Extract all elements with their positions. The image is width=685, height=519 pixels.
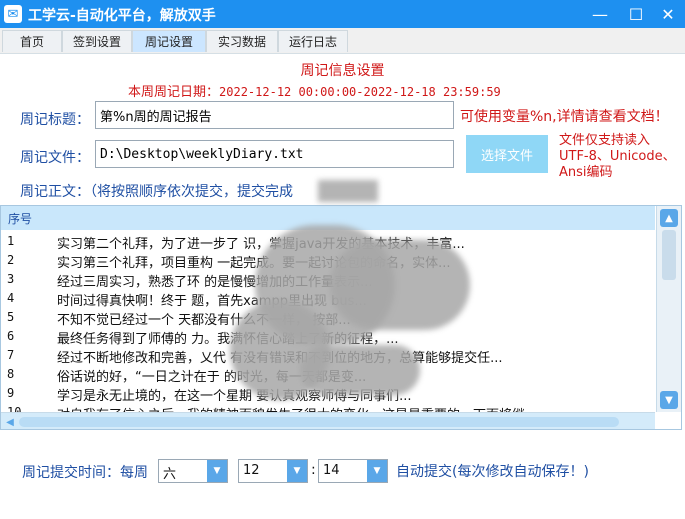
weekday-value: 六 <box>163 467 177 482</box>
tab-run-log[interactable]: 运行日志 <box>278 30 348 52</box>
title-variable-hint: 可使用变量%n,详情请查看文档！ <box>460 109 669 125</box>
vertical-scrollbar[interactable]: ▲ ▼ <box>656 206 681 412</box>
row-number: 7 <box>7 348 15 362</box>
blur-overlay <box>300 345 420 395</box>
weekly-title-input[interactable] <box>95 101 454 129</box>
weekly-file-input[interactable] <box>95 140 454 168</box>
chevron-down-icon[interactable]: ▼ <box>287 460 307 482</box>
horizontal-scrollbar[interactable]: ◀ <box>1 412 655 429</box>
row-number: 1 <box>7 234 15 248</box>
minute-value: 14 <box>323 463 340 478</box>
submit-time-label: 周记提交时间：每周 <box>22 465 148 481</box>
horizontal-scroll-thumb[interactable] <box>19 417 619 427</box>
column-header-index: 序号 <box>8 212 33 226</box>
week-date: 本周周记日期：2022-12-12 00:00:00-2022-12-18 23… <box>128 81 501 100</box>
select-file-button[interactable]: 选择文件 <box>466 135 548 173</box>
section-title: 周记信息设置 <box>300 63 385 79</box>
file-encoding-note: 文件仅支持读入 UTF-8、Unicode、 Ansi编码 <box>559 133 676 181</box>
blur-overlay <box>330 240 470 330</box>
row-number: 6 <box>7 329 15 343</box>
scroll-down-icon[interactable]: ▼ <box>660 391 678 409</box>
chevron-down-icon[interactable]: ▼ <box>207 460 227 482</box>
blur-overlay <box>318 180 378 202</box>
scroll-thumb[interactable] <box>662 230 676 280</box>
file-note-line: UTF-8、Unicode、 <box>559 149 676 164</box>
maximize-button[interactable]: ☐ <box>618 0 654 28</box>
chevron-down-icon[interactable]: ▼ <box>367 460 387 482</box>
row-number: 5 <box>7 310 15 324</box>
app-logo-icon: ✉ <box>4 5 22 23</box>
tab-home[interactable]: 首页 <box>2 30 62 52</box>
minimize-button[interactable]: — <box>582 0 618 28</box>
hour-select[interactable]: 12 ▼ <box>238 459 308 483</box>
hour-value: 12 <box>243 463 260 478</box>
tab-sign-in-settings[interactable]: 签到设置 <box>62 30 132 52</box>
week-date-label: 本周周记日期： <box>128 85 220 100</box>
weekly-title-label: 周记标题： <box>20 112 90 128</box>
weekday-select[interactable]: 六 ▼ <box>158 459 228 483</box>
window-title: 工学云-自动化平台，解放双手 <box>28 8 216 24</box>
close-button[interactable]: ✕ <box>650 0 685 28</box>
auto-submit-note: 自动提交(每次修改自动保存！) <box>396 464 589 480</box>
title-bar: ✉ 工学云-自动化平台，解放双手 — ☐ ✕ <box>0 0 685 28</box>
weekly-body-label: 周记正文：（将按照顺序依次提交，提交完成 <box>20 184 293 200</box>
row-number: 4 <box>7 291 15 305</box>
tab-internship-data[interactable]: 实习数据 <box>206 30 278 52</box>
file-note-line: 文件仅支持读入 <box>559 133 651 148</box>
weekly-file-label: 周记文件： <box>20 150 90 166</box>
row-number: 3 <box>7 272 15 286</box>
time-separator: : <box>311 462 316 478</box>
file-note-line: Ansi编码 <box>559 165 613 180</box>
row-number: 9 <box>7 386 15 400</box>
scroll-left-icon[interactable]: ◀ <box>3 415 17 429</box>
week-date-value: 2022-12-12 00:00:00-2022-12-18 23:59:59 <box>219 85 501 99</box>
tab-bar: 首页 签到设置 周记设置 实习数据 运行日志 <box>0 28 685 54</box>
row-number: 2 <box>7 253 15 267</box>
row-number: 8 <box>7 367 15 381</box>
tab-weekly-settings[interactable]: 周记设置 <box>132 30 206 52</box>
minute-select[interactable]: 14 ▼ <box>318 459 388 483</box>
scroll-up-icon[interactable]: ▲ <box>660 209 678 227</box>
